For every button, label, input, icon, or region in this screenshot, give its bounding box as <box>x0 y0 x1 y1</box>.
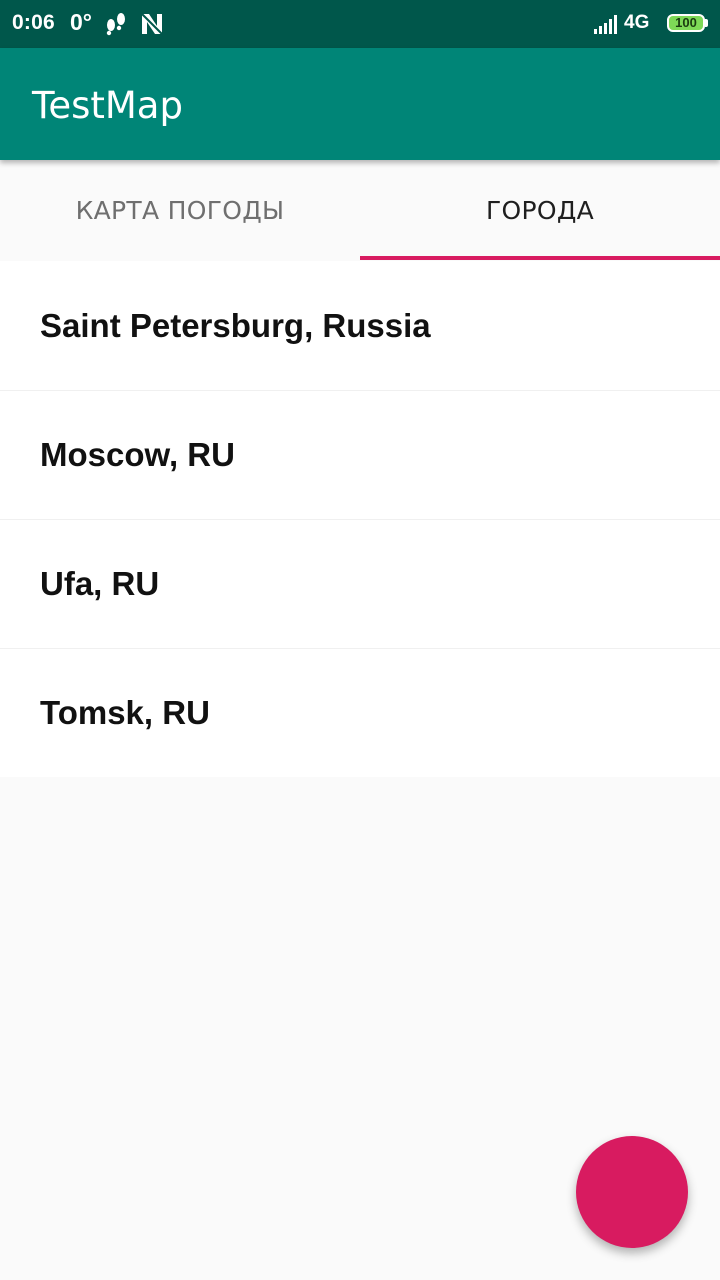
app-bar: TestMap <box>0 48 720 160</box>
status-bar: 0:06 0° 4G 100 <box>0 0 720 48</box>
battery-tip <box>705 19 708 27</box>
tab-bar: КАРТА ПОГОДЫ ГОРОДА <box>0 160 720 260</box>
add-city-button[interactable] <box>576 1136 688 1248</box>
city-name: Moscow, RU <box>40 436 235 473</box>
list-item[interactable]: Moscow, RU <box>0 390 720 519</box>
status-temperature: 0° <box>70 9 92 35</box>
network-type: 4G <box>624 12 650 33</box>
tab-weather-map[interactable]: КАРТА ПОГОДЫ <box>0 160 360 260</box>
list-item[interactable]: Saint Petersburg, Russia <box>0 261 720 390</box>
footsteps-icon <box>104 10 128 41</box>
n-icon <box>140 10 164 41</box>
city-name: Tomsk, RU <box>40 694 210 731</box>
status-time: 0:06 <box>12 11 55 34</box>
list-item[interactable]: Ufa, RU <box>0 519 720 648</box>
tab-indicator <box>360 256 720 260</box>
city-name: Ufa, RU <box>40 565 160 602</box>
signal-icon <box>594 14 620 39</box>
tab-cities[interactable]: ГОРОДА <box>360 160 720 260</box>
city-name: Saint Petersburg, Russia <box>40 306 431 344</box>
battery-icon: 100 <box>667 14 705 32</box>
city-list: Saint Petersburg, Russia Moscow, RU Ufa,… <box>0 261 720 777</box>
list-item[interactable]: Tomsk, RU <box>0 648 720 777</box>
app-title: TestMap <box>32 84 183 127</box>
